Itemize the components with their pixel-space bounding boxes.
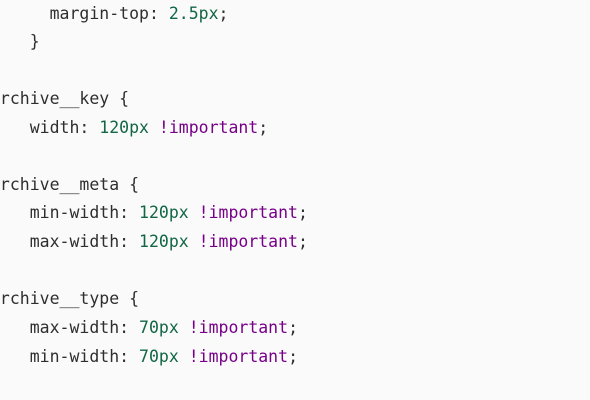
css-property: max-width xyxy=(29,232,120,251)
css-important: !important xyxy=(178,347,289,366)
code-line: } xyxy=(0,28,40,56)
css-important: !important xyxy=(178,318,289,337)
css-colon: : xyxy=(79,118,100,137)
css-colon: : xyxy=(119,203,140,222)
css-selector: archive__meta { xyxy=(0,175,140,194)
code-line: archive__type { xyxy=(0,285,139,313)
css-selector: archive__type { xyxy=(0,289,140,308)
css-property: margin-top xyxy=(49,4,149,23)
css-semicolon: ; xyxy=(218,4,229,23)
code-line: min-width: 70px !important; xyxy=(0,343,298,371)
css-colon: : xyxy=(119,347,140,366)
css-semicolon: ; xyxy=(297,203,308,222)
css-value: 70px xyxy=(139,318,179,337)
css-important: !important xyxy=(188,203,298,222)
code-line: max-width: 120px !important; xyxy=(0,228,308,256)
css-value: 70px xyxy=(139,347,179,366)
css-important: !important xyxy=(148,118,259,137)
css-colon: : xyxy=(148,4,169,23)
css-selector: archive__key { xyxy=(0,89,130,108)
css-property: min-width xyxy=(29,203,120,222)
code-line: archive__meta { xyxy=(0,171,139,199)
code-line: margin-top: 2.5px; xyxy=(0,0,229,28)
css-property: min-width xyxy=(29,347,120,366)
css-semicolon: ; xyxy=(288,318,298,337)
css-value: 120px xyxy=(139,203,189,222)
code-line: min-width: 120px !important; xyxy=(0,199,308,227)
code-line: width: 120px !important; xyxy=(0,114,268,142)
css-value: 120px xyxy=(99,118,149,137)
css-brace: } xyxy=(29,32,40,51)
css-property: max-width xyxy=(29,318,120,337)
css-semicolon: ; xyxy=(258,118,269,137)
code-block: margin-top: 2.5px; } archive__key { widt… xyxy=(0,0,590,400)
css-value: 2.5px xyxy=(168,4,219,23)
css-important: !important xyxy=(188,232,298,251)
code-line: archive__key { xyxy=(0,85,129,113)
css-value: 120px xyxy=(139,232,189,251)
css-semicolon: ; xyxy=(288,347,298,366)
css-colon: : xyxy=(119,232,140,251)
css-colon: : xyxy=(119,318,140,337)
css-semicolon: ; xyxy=(297,232,308,251)
code-line: max-width: 70px !important; xyxy=(0,314,298,342)
css-property: width xyxy=(29,118,80,137)
